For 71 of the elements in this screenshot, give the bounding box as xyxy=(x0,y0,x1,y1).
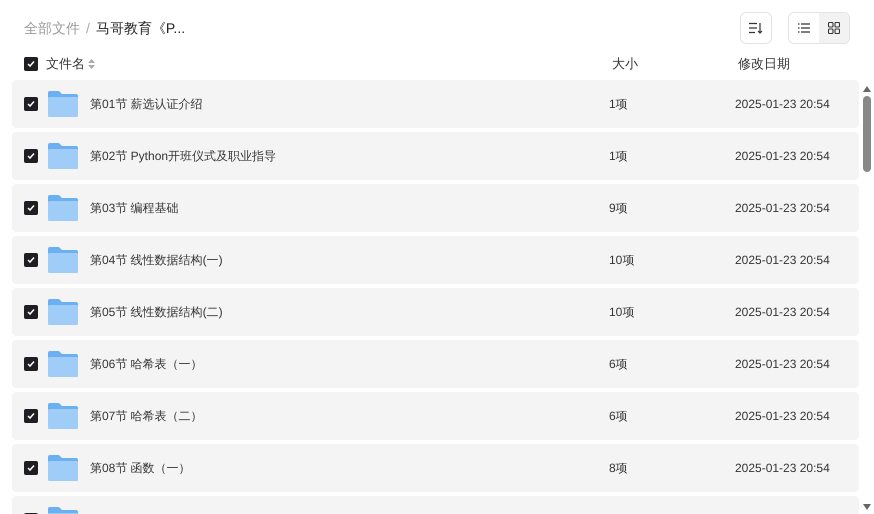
checkbox[interactable] xyxy=(24,97,38,111)
file-row[interactable]: 第03节 编程基础 9项 2025-01-23 20:54 xyxy=(12,184,859,232)
checkbox[interactable] xyxy=(24,253,38,267)
file-name[interactable]: 第04节 线性数据结构(一) xyxy=(90,251,223,269)
file-name[interactable]: 第08节 函数（一） xyxy=(90,459,191,477)
file-size: 9项 xyxy=(609,200,629,217)
file-row[interactable]: 第05节 线性数据结构(二) 10项 2025-01-23 20:54 xyxy=(12,288,859,336)
modified-date: 2025-01-23 20:54 xyxy=(735,252,831,269)
file-row[interactable]: 第06节 哈希表（一） 6项 2025-01-23 20:54 xyxy=(12,340,859,388)
sort-button[interactable] xyxy=(740,12,772,44)
column-header[interactable]: 大小 xyxy=(612,54,738,74)
folder-icon xyxy=(48,91,78,117)
checkbox[interactable] xyxy=(24,461,38,475)
file-row[interactable]: 第02节 Python开班仪式及职业指导 1项 2025-01-23 20:54 xyxy=(12,132,859,180)
file-size: 10项 xyxy=(609,252,636,269)
file-row[interactable]: 第01节 薪选认证介绍 1项 2025-01-23 20:54 xyxy=(12,80,859,128)
column-header[interactable]: 修改日期 xyxy=(738,54,874,74)
modified-date: 2025-01-23 20:54 xyxy=(735,408,831,425)
file-row[interactable]: 第08节 函数（一） 8项 2025-01-23 20:54 xyxy=(12,444,859,492)
modified-date: 2025-01-23 20:54 xyxy=(735,304,831,321)
file-name[interactable]: 第03节 编程基础 xyxy=(90,199,179,217)
checkbox[interactable] xyxy=(24,305,38,319)
file-name[interactable]: 第02节 Python开班仪式及职业指导 xyxy=(90,147,276,165)
file-name[interactable]: 第06节 哈希表（一） xyxy=(90,355,203,373)
checkmark-icon xyxy=(27,100,35,108)
folder-icon xyxy=(48,143,78,169)
folder-icon xyxy=(48,247,78,273)
scroll-up-icon[interactable] xyxy=(863,86,871,92)
file-name[interactable]: 第01节 薪选认证介绍 xyxy=(90,95,203,113)
file-name[interactable]: 第07节 哈希表（二） xyxy=(90,407,203,425)
file-row[interactable]: 第07节 哈希表（二） 6项 2025-01-23 20:54 xyxy=(12,392,859,440)
list-icon xyxy=(798,23,810,33)
grid-icon xyxy=(828,22,840,34)
checkmark-icon xyxy=(27,256,35,264)
modified-date: 2025-01-23 20:54 xyxy=(735,460,831,477)
checkmark-icon xyxy=(27,308,35,316)
folder-icon xyxy=(48,299,78,325)
breadcrumb-separator: / xyxy=(86,18,90,38)
file-size: 6项 xyxy=(609,408,629,425)
checkbox[interactable] xyxy=(24,357,38,371)
folder-icon xyxy=(48,351,78,377)
checkmark-icon xyxy=(27,464,35,472)
checkbox[interactable] xyxy=(24,149,38,163)
checkmark-icon xyxy=(27,204,35,212)
folder-icon xyxy=(48,195,78,221)
modified-date: 2025-01-23 20:54 xyxy=(735,356,831,373)
scrollbar-thumb[interactable] xyxy=(863,96,871,172)
file-size: 10项 xyxy=(609,304,636,321)
file-size: 1项 xyxy=(609,96,629,113)
file-name[interactable]: 第05节 线性数据结构(二) xyxy=(90,303,223,321)
grid-view-button[interactable] xyxy=(819,13,849,43)
checkmark-icon xyxy=(27,360,35,368)
checkbox[interactable] xyxy=(24,201,38,215)
checkmark-icon xyxy=(27,60,35,68)
checkmark-icon xyxy=(27,152,35,160)
column-header[interactable]: 文件名 xyxy=(46,54,85,74)
modified-date: 2025-01-23 20:54 xyxy=(735,96,831,113)
file-row[interactable]: 第04节 线性数据结构(一) 10项 2025-01-23 20:54 xyxy=(12,236,859,284)
file-size: 1项 xyxy=(609,148,629,165)
checkbox[interactable] xyxy=(24,57,38,71)
folder-icon xyxy=(48,455,78,481)
folder-icon xyxy=(48,403,78,429)
checkbox[interactable] xyxy=(24,409,38,423)
modified-date: 2025-01-23 20:54 xyxy=(735,148,831,165)
checkmark-icon xyxy=(27,412,35,420)
scroll-down-icon[interactable] xyxy=(863,504,871,510)
file-size: 8项 xyxy=(609,460,629,477)
sort-icon xyxy=(749,22,763,34)
file-size: 6项 xyxy=(609,356,629,373)
modified-date: 2025-01-23 20:54 xyxy=(735,200,831,217)
breadcrumb-item[interactable]: 马哥教育《P... xyxy=(96,18,186,38)
